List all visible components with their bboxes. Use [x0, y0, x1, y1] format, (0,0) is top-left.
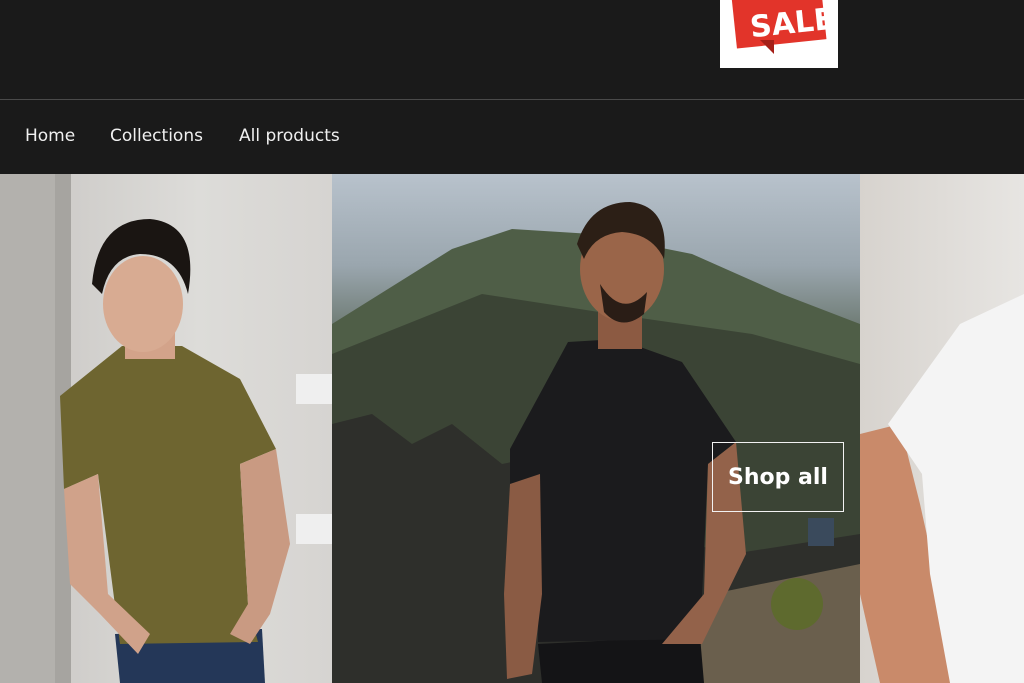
hero-banner: Shop all [0, 174, 1024, 683]
olive-tshirt-illustration [0, 174, 332, 683]
nav-all-products[interactable]: All products [239, 126, 340, 146]
white-tshirt-illustration [860, 294, 1024, 683]
nav-collections[interactable]: Collections [110, 126, 203, 146]
site-header: SALE [0, 0, 1024, 100]
nav-home[interactable]: Home [25, 126, 75, 146]
hero-image-olive-tshirt [0, 174, 332, 683]
store-logo[interactable]: SALE [720, 0, 838, 68]
shop-all-button[interactable]: Shop all [712, 442, 844, 512]
hero-image-black-tshirt [332, 174, 860, 683]
hero-image-white-tshirt [860, 174, 1024, 683]
main-nav: Home Collections All products [0, 100, 1024, 174]
black-tshirt-illustration [332, 202, 860, 683]
